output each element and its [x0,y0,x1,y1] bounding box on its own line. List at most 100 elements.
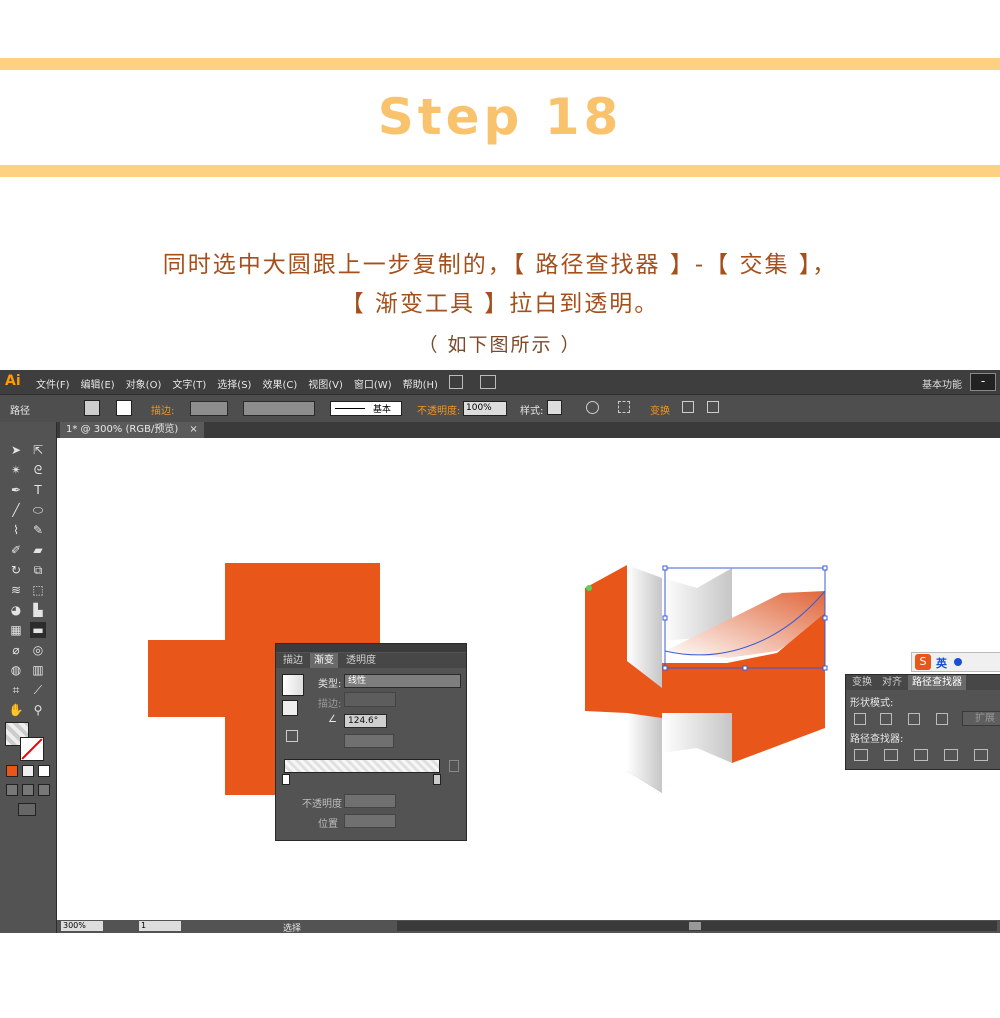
menu-help[interactable]: 帮助(H) [403,376,438,391]
orange-rectangle-horizontal[interactable] [148,640,278,717]
menu-edit[interactable]: 编辑(E) [81,376,115,391]
isolate-icon[interactable] [682,401,694,413]
bridge-icon[interactable] [449,375,463,389]
anchor-handle[interactable] [822,565,828,571]
symbol-sprayer-tool-icon[interactable]: ◍ [8,662,24,678]
artboard-select[interactable]: 1 [139,921,181,931]
menu-file[interactable]: 文件(F) [36,376,70,391]
draw-normal-button[interactable] [6,784,18,796]
h-artwork[interactable] [577,553,857,803]
pen-tool-icon[interactable]: ✒ [8,482,24,498]
divide-button[interactable] [854,749,868,761]
recolor-icon[interactable] [586,401,599,414]
aspect-ratio-field[interactable] [344,734,394,748]
gradient-slider[interactable] [284,759,440,773]
menu-type[interactable]: 文字(T) [172,376,206,391]
tab-transform[interactable]: 变换 [848,675,876,690]
stroke-label[interactable]: 描边: [151,402,174,417]
scrollbar-thumb[interactable] [689,922,701,930]
menu-object[interactable]: 对象(O) [126,376,162,391]
stroke-color-box[interactable] [20,737,44,761]
rotate-tool-icon[interactable]: ↻ [8,562,24,578]
draw-behind-button[interactable] [22,784,34,796]
arrange-documents-icon[interactable] [480,375,496,389]
trim-button[interactable] [884,749,898,761]
stroke-weight-field[interactable] [190,401,228,416]
anchor-handle[interactable] [662,565,668,571]
hand-tool-icon[interactable]: ✋ [8,702,24,718]
direct-selection-tool-icon[interactable]: ⇱ [30,442,46,458]
anchor-handle[interactable] [662,615,668,621]
tab-align[interactable]: 对齐 [878,675,906,690]
anchor-handle[interactable] [822,665,828,671]
zoom-tool-icon[interactable]: ⚲ [30,702,46,718]
selection-tool-icon[interactable]: ➤ [8,442,24,458]
opacity-label[interactable]: 不透明度: [417,402,460,417]
unite-button[interactable] [854,713,866,725]
pencil-tool-icon[interactable]: ✎ [30,522,46,538]
stroke-swatch[interactable] [116,400,132,416]
horizontal-scrollbar[interactable] [397,921,997,931]
menu-select[interactable]: 选择(S) [217,376,251,391]
workspace-switcher[interactable]: 基本功能 [922,376,962,391]
minimize-button[interactable]: - [970,373,996,391]
options-icon[interactable] [707,401,719,413]
gradient-tool-icon[interactable]: ▬ [30,622,46,638]
document-tab[interactable]: 1* @ 300% (RGB/预览) × [60,422,204,438]
line-tool-icon[interactable]: ╱ [8,502,24,518]
gradient-stop-left[interactable] [282,774,290,785]
artboard-tool-icon[interactable]: ⌗ [8,682,24,698]
crop-button[interactable] [944,749,958,761]
tab-gradient[interactable]: 渐变 [310,653,338,668]
merge-button[interactable] [914,749,928,761]
type-select[interactable]: 线性 [344,674,461,688]
color-mode-button[interactable] [6,765,18,777]
minus-front-button[interactable] [880,713,892,725]
type-tool-icon[interactable]: T [30,482,46,498]
anchor-handle[interactable] [822,615,828,621]
eraser-tool-icon[interactable]: ▰ [30,542,46,558]
opacity-input[interactable] [344,794,396,808]
tab-pathfinder[interactable]: 路径查找器 [908,675,966,690]
ime-language-label[interactable]: 英 [936,655,947,671]
ellipse-tool-icon[interactable]: ⬭ [30,502,46,518]
screen-mode-button[interactable] [18,803,36,816]
intersect-button[interactable] [908,713,920,725]
blend-tool-icon[interactable]: ◎ [30,642,46,658]
magic-wand-tool-icon[interactable]: ✴ [8,462,24,478]
transform-label[interactable]: 变换 [650,402,670,417]
fill-swatch[interactable] [84,400,100,416]
tab-stroke[interactable]: 描边 [279,653,307,668]
exclude-button[interactable] [936,713,948,725]
brush-tool-icon[interactable]: ⌇ [8,522,24,538]
stroke-option-buttons[interactable] [344,692,396,707]
shape-builder-tool-icon[interactable]: ◕ [8,602,24,618]
free-transform-tool-icon[interactable]: ⬚ [30,582,46,598]
artboard-canvas[interactable]: 描边 渐变 透明度 类型: 线性 描边: ∠ 124.6° 不透明度 位置 S … [57,438,1000,920]
gradient-preview-swatch[interactable] [282,674,304,696]
outline-button[interactable] [974,749,988,761]
opacity-field[interactable]: 100% [463,401,507,416]
menu-effect[interactable]: 效果(C) [262,376,297,391]
lasso-tool-icon[interactable]: ᘓ [30,462,46,478]
graph-tool-icon[interactable]: ▥ [30,662,46,678]
menu-view[interactable]: 视图(V) [308,376,343,391]
menu-window[interactable]: 窗口(W) [354,376,392,391]
slice-tool-icon[interactable]: ⟋ [30,682,46,698]
eyedropper-tool-icon[interactable]: ⌀ [8,642,24,658]
expand-button[interactable]: 扩展 [962,711,1000,726]
style-swatch[interactable] [547,400,562,415]
mesh-tool-icon[interactable]: ▦ [8,622,24,638]
gradient-stop-right[interactable] [433,774,441,785]
gradient-mode-button[interactable] [22,765,34,777]
close-icon[interactable]: × [189,424,197,435]
fill-stroke-mini-icon[interactable] [282,700,298,716]
delete-stop-icon[interactable] [449,760,459,772]
blob-brush-tool-icon[interactable]: ✐ [8,542,24,558]
anchor-handle[interactable] [742,665,748,671]
position-input[interactable] [344,814,396,828]
anchor-handle[interactable] [662,665,668,671]
scale-tool-icon[interactable]: ⧉ [30,562,46,578]
none-mode-button[interactable] [38,765,50,777]
brush-definition[interactable]: 基本 [330,401,402,416]
